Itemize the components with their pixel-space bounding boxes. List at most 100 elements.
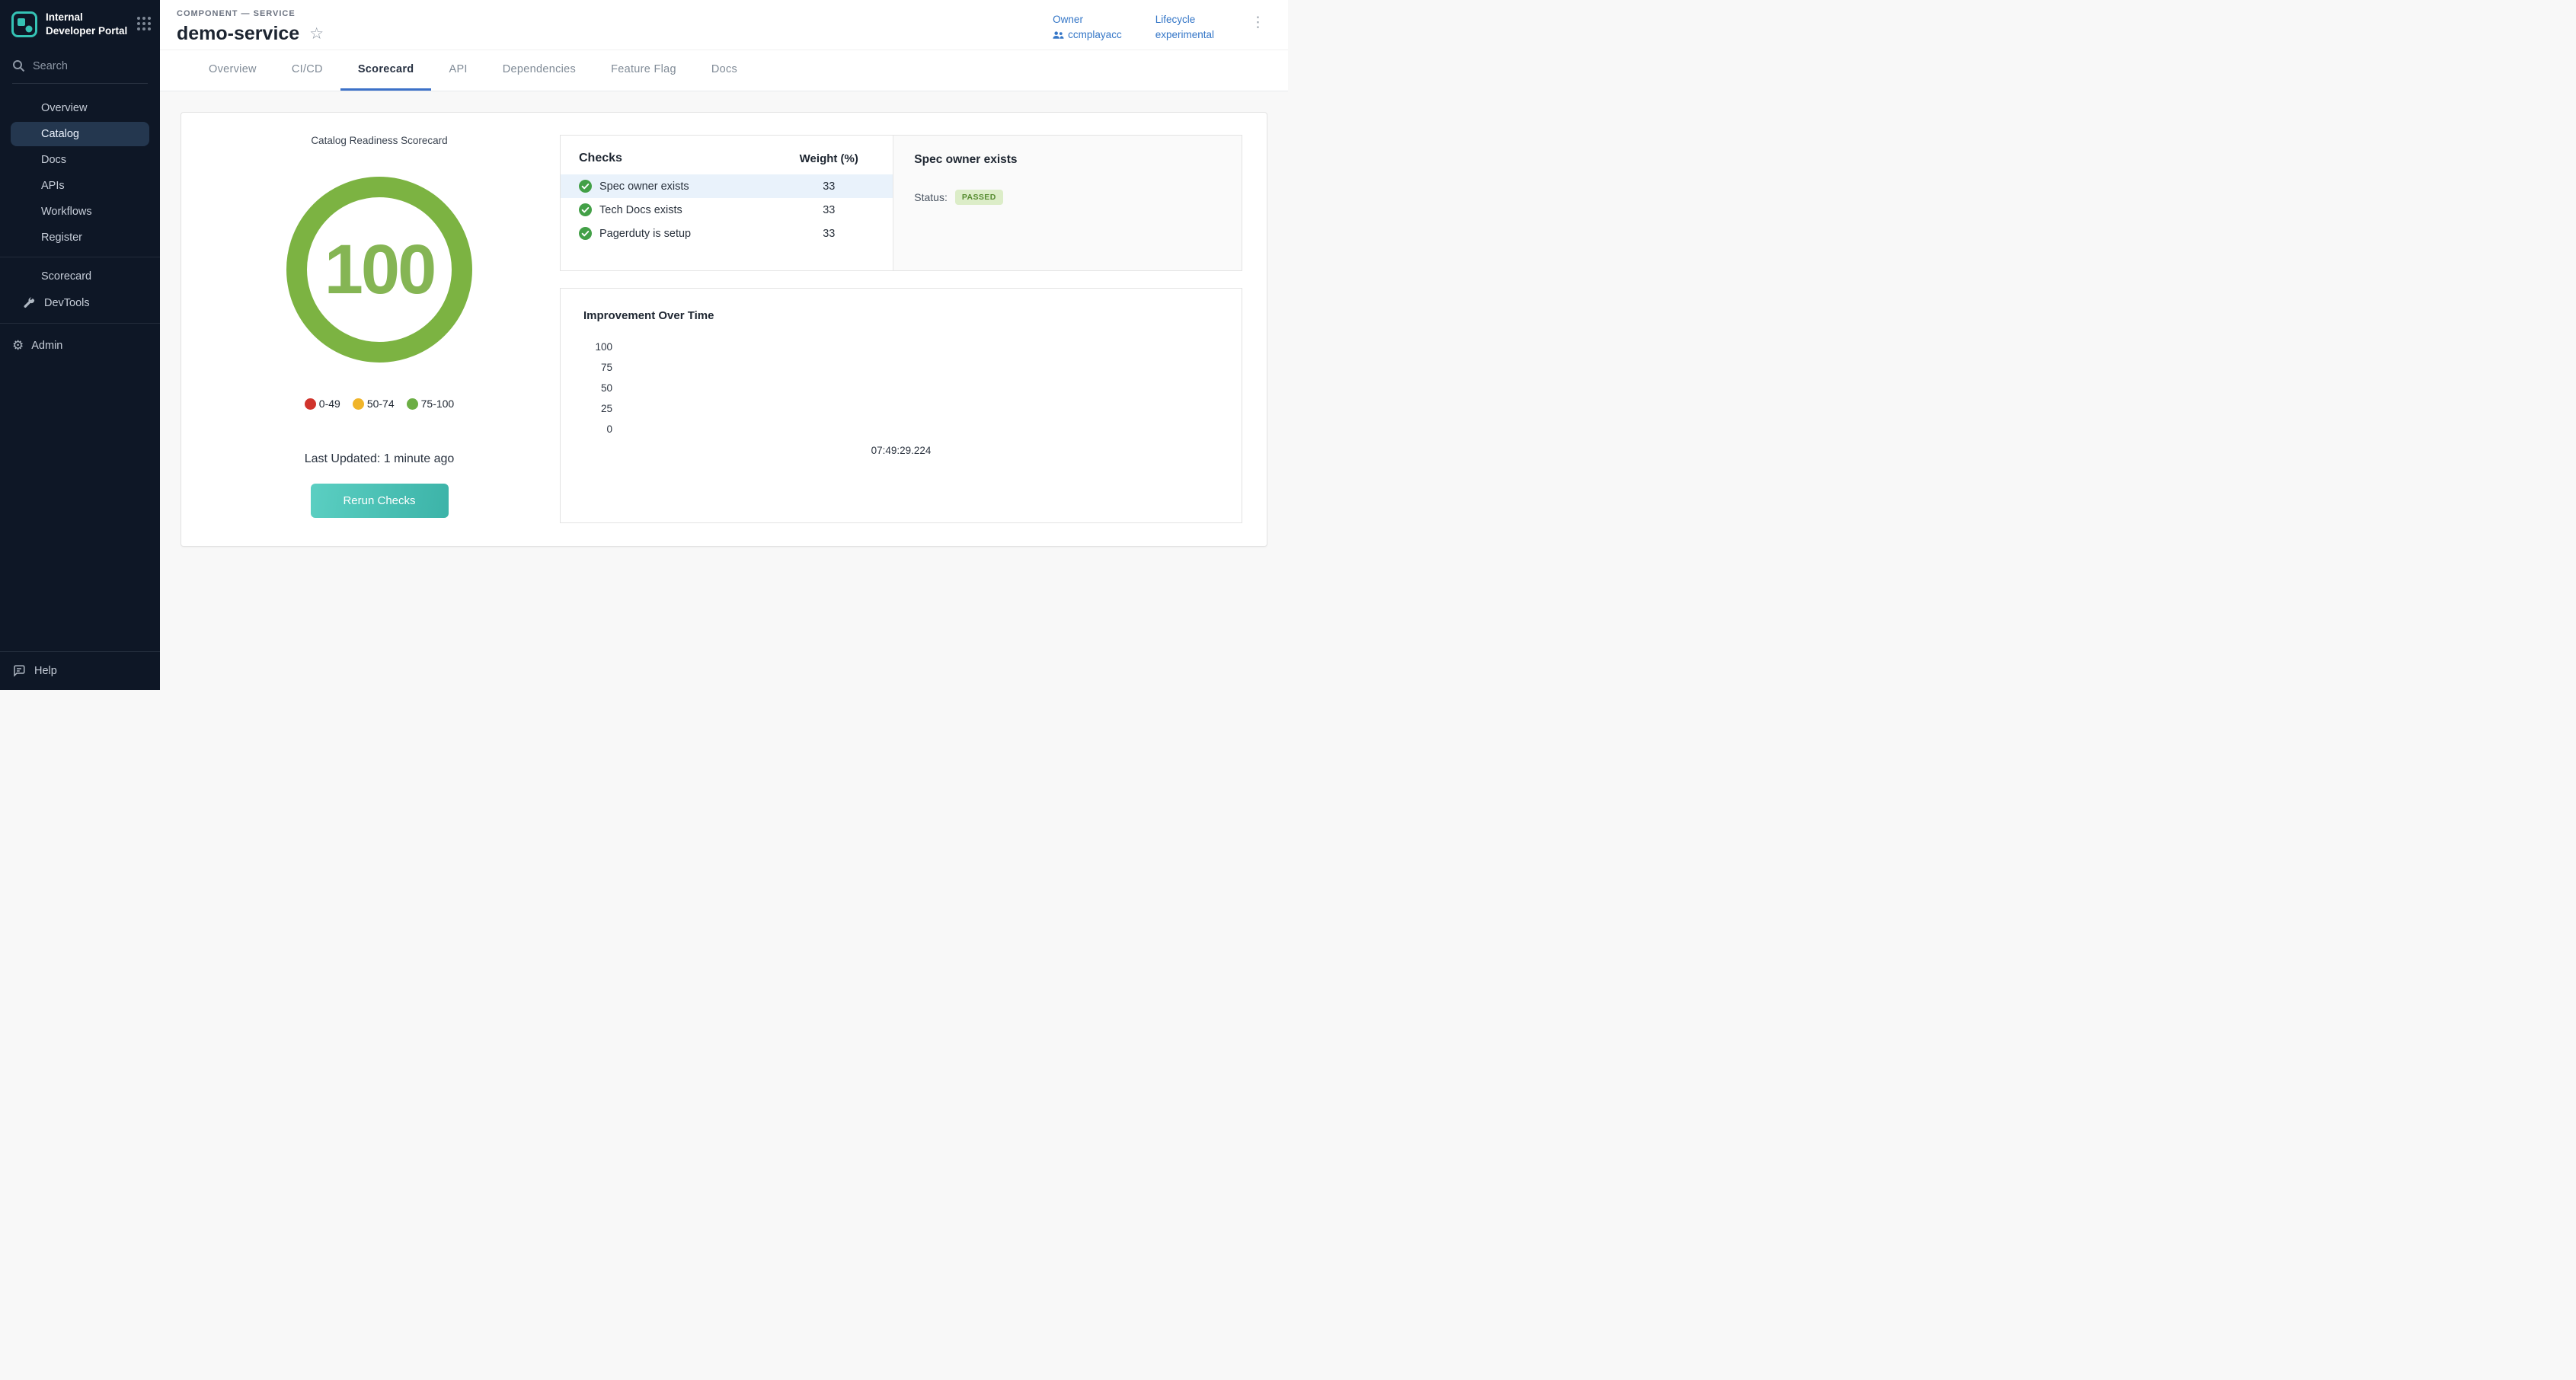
tab-dependencies[interactable]: Dependencies [485,50,593,91]
check-name: Pagerduty is setup [599,228,691,240]
legend-label: 50-74 [367,398,395,410]
check-passed-icon [579,203,592,216]
apps-grid-icon[interactable] [137,17,151,30]
weight-column-header: Weight (%) [783,152,874,165]
check-name: Tech Docs exists [599,204,682,216]
legend-label: 0-49 [319,398,340,410]
score-gauge: 100 [286,177,472,363]
status-label: Status: [914,191,948,203]
y-tick: 25 [601,403,612,414]
tab-feature-flag[interactable]: Feature Flag [593,50,694,91]
rerun-checks-button[interactable]: Rerun Checks [311,484,449,518]
checks-panel: Checks Weight (%) Spec owner exists [560,135,1242,271]
entity-tabbar: Overview CI/CD Scorecard API Dependencie… [160,50,1288,91]
kebab-menu-icon[interactable]: ⋮ [1248,14,1268,31]
legend-dot-red [305,398,316,410]
lifecycle-block: Lifecycle experimental [1155,14,1214,41]
sidebar-item-workflows[interactable]: Workflows [11,200,149,224]
check-detail-panel: Spec owner exists Status: PASSED [893,136,1242,270]
sidebar-item-devtools[interactable]: DevTools [11,290,149,316]
check-passed-icon [579,180,592,193]
legend-item-low: 0-49 [305,398,340,410]
tab-overview[interactable]: Overview [191,50,274,91]
sidebar-item-docs[interactable]: Docs [11,148,149,172]
legend-item-mid: 50-74 [353,398,395,410]
sidebar-item-register[interactable]: Register [11,225,149,250]
sidebar-item-catalog[interactable]: Catalog [11,122,149,146]
tab-scorecard[interactable]: Scorecard [340,50,432,91]
sidebar-item-overview[interactable]: Overview [11,96,149,120]
lifecycle-value: experimental [1155,29,1214,41]
chart-title: Improvement Over Time [583,309,1219,322]
tab-cicd[interactable]: CI/CD [274,50,340,91]
sidebar-divider [0,323,160,324]
last-updated-text: Last Updated: 1 minute ago [305,452,455,466]
checks-column-header: Checks [579,152,783,165]
checks-table-header: Checks Weight (%) [561,147,893,174]
sidebar: Internal Developer Portal Search Overvie… [0,0,160,690]
checks-column: Checks Weight (%) Spec owner exists [560,135,1242,523]
legend-dot-green [407,398,418,410]
sidebar-nav: Overview Catalog Docs APIs Workflows Reg… [0,88,160,360]
lifecycle-label: Lifecycle [1155,14,1214,26]
owner-label: Owner [1053,14,1122,26]
sidebar-item-apis[interactable]: APIs [11,174,149,198]
search-label: Search [33,60,68,72]
scorecard-card: Catalog Readiness Scorecard 100 0-49 50-… [181,112,1267,547]
admin-label: Admin [31,340,62,352]
tab-docs[interactable]: Docs [694,50,755,91]
owner-value: ccmplayacc [1068,29,1122,41]
owner-block: Owner ccmplayacc [1053,14,1122,41]
chart-plot-area: 100 75 50 25 0 07:49:29.224 [583,341,1219,456]
group-icon [1053,30,1064,40]
scorecard-content: Catalog Readiness Scorecard 100 0-49 50-… [160,91,1288,690]
y-tick: 100 [595,341,612,353]
status-badge: PASSED [955,190,1003,205]
tab-api[interactable]: API [431,50,484,91]
check-detail-title: Spec owner exists [914,153,1221,167]
main-area: COMPONENT — SERVICE demo-service ☆ Owner [160,0,1288,690]
entity-header: COMPONENT — SERVICE demo-service ☆ Owner [160,0,1288,50]
sidebar-help[interactable]: Help [0,651,160,690]
gauge-column: Catalog Readiness Scorecard 100 0-49 50-… [204,135,555,523]
checks-table: Checks Weight (%) Spec owner exists [561,136,893,270]
sidebar-item-admin[interactable]: ⚙ Admin [0,331,160,360]
x-tick: 07:49:29.224 [871,445,932,456]
check-row-tech-docs[interactable]: Tech Docs exists 33 [561,198,893,222]
chart-canvas [612,341,1219,435]
sidebar-item-scorecard[interactable]: Scorecard [11,264,149,289]
wrench-icon [22,296,36,310]
check-row-spec-owner[interactable]: Spec owner exists 33 [561,174,893,198]
check-weight: 33 [783,204,874,216]
legend-label: 75-100 [421,398,455,410]
check-passed-icon [579,227,592,240]
chart-y-axis: 100 75 50 25 0 [583,341,612,435]
favorite-star-icon[interactable]: ☆ [309,26,324,42]
sidebar-item-label: DevTools [44,297,90,309]
gear-icon: ⚙ [12,339,24,352]
gauge-title: Catalog Readiness Scorecard [311,135,447,146]
app-window: Internal Developer Portal Search Overvie… [0,0,1288,690]
y-tick: 50 [601,382,612,394]
search-icon [12,59,25,72]
brand: Internal Developer Portal [0,0,160,47]
check-weight: 33 [783,228,874,240]
check-name: Spec owner exists [599,180,689,193]
sidebar-search[interactable]: Search [12,55,148,84]
portal-logo-icon [11,11,38,38]
check-weight: 33 [783,180,874,193]
entity-kind-eyebrow: COMPONENT — SERVICE [177,9,1053,18]
gauge-legend: 0-49 50-74 75-100 [305,398,454,410]
owner-link[interactable]: ccmplayacc [1053,29,1122,41]
y-tick: 0 [606,423,612,435]
improvement-chart-card: Improvement Over Time 100 75 50 25 0 07:… [560,288,1242,523]
help-chat-icon [12,664,26,678]
help-label: Help [34,665,57,677]
score-value: 100 [324,230,435,310]
y-tick: 75 [601,362,612,373]
brand-title: Internal Developer Portal [46,11,129,37]
legend-item-high: 75-100 [407,398,455,410]
check-row-pagerduty[interactable]: Pagerduty is setup 33 [561,222,893,245]
page-title: demo-service [177,23,299,45]
legend-dot-amber [353,398,364,410]
